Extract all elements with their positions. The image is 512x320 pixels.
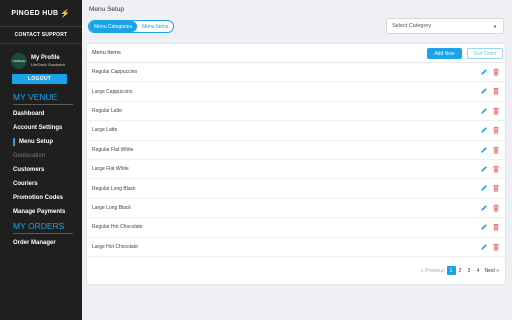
active-indicator [13,138,15,146]
category-select[interactable]: Select Category ▼ [386,18,504,34]
item-name: Regular Hot Chocolate [92,224,143,231]
trash-icon[interactable] [492,68,500,77]
tab-group: Menu Categories Menu Items [88,20,175,33]
menu-items-card: Menu Items Add New Sort Order Regular Ca… [86,43,506,285]
profile[interactable]: LifeDash My Profile LifeDash Sandwich [0,44,82,69]
trash-icon[interactable] [492,243,500,252]
trash-icon[interactable] [492,146,500,155]
contact-support-link[interactable]: CONTACT SUPPORT [0,27,82,44]
item-name: Large Hot Chocolate [92,243,138,250]
pencil-icon[interactable] [480,204,488,213]
avatar: LifeDash [11,53,27,69]
page-1[interactable]: 1 [446,266,456,275]
list-item: Large Long Black [87,199,505,219]
item-name: Regular Cappuccino [92,69,138,76]
page-title: Menu Setup [89,6,125,13]
pagination-previous[interactable]: « Previous [419,266,447,275]
nav-customers[interactable]: Customers [0,163,82,177]
add-new-button[interactable]: Add New [427,48,462,59]
pencil-icon[interactable] [480,223,488,232]
trash-icon[interactable] [492,184,500,193]
pencil-icon[interactable] [480,87,488,96]
pencil-icon[interactable] [480,243,488,252]
trash-icon[interactable] [492,204,500,213]
profile-name: My Profile [31,55,60,61]
item-name: Large Flat White [92,166,129,173]
pencil-icon[interactable] [480,68,488,77]
card-header: Menu Items Add New Sort Order [87,44,505,63]
brand: PINGED HUB ⚡ [0,0,82,27]
pencil-icon[interactable] [480,107,488,116]
card-title: Menu Items [92,50,121,56]
pagination: « Previous 1 2 3 4 Next » [419,266,501,275]
nav-couriers[interactable]: Couriers [0,177,82,191]
item-name: Large Cappuccino [92,88,133,95]
nav-promotion-codes[interactable]: Promotion Codes [0,191,82,205]
list-item: Regular Hot Chocolate [87,218,505,238]
nav-menu-setup[interactable]: Menu Setup [0,135,82,149]
list-item: Large Flat White [87,160,505,180]
trash-icon[interactable] [492,223,500,232]
venue-heading: MY VENUE [13,92,58,102]
list-item: Large Latte [87,121,505,141]
main-content: Menu Setup Menu Categories Menu Items Se… [82,0,512,320]
logout-button[interactable]: LOGOUT [12,74,67,84]
profile-venue: LifeDash Sandwich [31,62,66,67]
nav-order-manager[interactable]: Order Manager [0,236,82,250]
brand-name: PINGED HUB [11,9,59,17]
list-item: Regular Cappuccino [87,63,505,83]
page-3[interactable]: 3 [465,266,474,275]
item-name: Regular Long Black [92,185,136,192]
divider [13,104,73,105]
sidebar: PINGED HUB ⚡ CONTACT SUPPORT LifeDash My… [0,0,82,320]
category-select-value: Select Category [392,23,432,29]
list-item: Large Cappuccino [87,82,505,102]
item-name: Regular Flat White [92,146,134,153]
nav-geolocation[interactable]: Geolocation [0,149,82,163]
trash-icon[interactable] [492,126,500,135]
nav-manage-payments[interactable]: Manage Payments [0,205,82,219]
trash-icon[interactable] [492,165,500,174]
item-name: Large Latte [92,127,118,134]
chevron-down-icon: ▼ [493,24,497,29]
tab-menu-items[interactable]: Menu Items [137,21,173,32]
page-2[interactable]: 2 [456,266,465,275]
list-item: Large Hot Chocolate [87,238,505,257]
pencil-icon[interactable] [480,184,488,193]
nav-menu-setup-label: Menu Setup [19,139,53,145]
list-item: Regular Latte [87,102,505,122]
trash-icon[interactable] [492,107,500,116]
item-name: Regular Latte [92,107,123,114]
page-4[interactable]: 4 [474,266,483,275]
orders-heading: MY ORDERS [13,221,65,231]
nav-account-settings[interactable]: Account Settings [0,121,82,135]
list-item: Regular Long Black [87,179,505,199]
divider [13,233,73,234]
pagination-next[interactable]: Next » [483,266,501,275]
pencil-icon[interactable] [480,126,488,135]
lightning-icon: ⚡ [60,8,71,18]
nav-dashboard[interactable]: Dashboard [0,107,82,121]
items-list: Regular Cappuccino Large Cappuccino Regu… [87,63,505,257]
pencil-icon[interactable] [480,165,488,174]
tab-menu-categories[interactable]: Menu Categories [89,21,138,32]
item-name: Large Long Black [92,204,131,211]
sort-order-button[interactable]: Sort Order [467,48,503,59]
pencil-icon[interactable] [480,146,488,155]
trash-icon[interactable] [492,87,500,96]
list-item: Regular Flat White [87,141,505,160]
